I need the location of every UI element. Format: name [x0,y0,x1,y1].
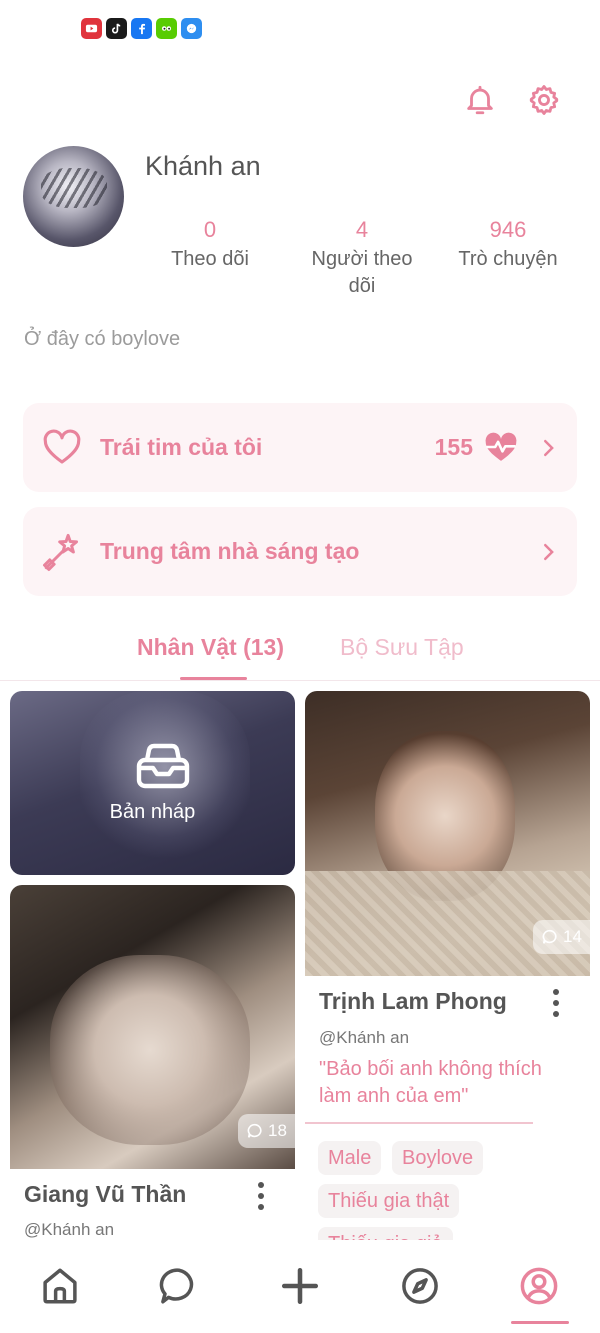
notifications-button[interactable] [462,82,498,118]
chat-bubble-icon [247,1123,262,1138]
avatar[interactable] [23,146,124,247]
stat-followers-value: 4 [355,217,369,242]
profile-bio: Ở đây có boylove [24,328,181,350]
bottom-navigation [0,1240,600,1333]
kebab-dot [258,1193,264,1199]
heart-outline-icon [43,429,81,464]
kebab-dot [553,989,559,995]
explore-icon [402,1268,438,1304]
tiktok-icon [106,18,127,39]
draft-card[interactable]: Bản nháp [10,691,295,875]
stat-following-value: 0 [203,217,217,242]
kebab-dot [258,1204,264,1210]
stat-chats-label: Trò chuyện [458,248,558,270]
stat-following[interactable]: 0 Theo dõi [160,216,260,273]
nav-chat[interactable] [157,1264,201,1308]
settings-button[interactable] [526,82,562,118]
duolingo-icon [156,18,177,39]
my-hearts-label: Trái tim của tôi [100,434,263,460]
kebab-dot [553,1011,559,1017]
creator-center-card[interactable]: Trung tâm nhà sáng tạo [23,507,577,596]
character-name: Giang Vũ Thần [24,1181,187,1207]
nav-explore[interactable] [398,1264,442,1308]
tag-male[interactable]: Male [318,1141,382,1175]
chevron-right-icon [544,439,554,457]
character-name: Trịnh Lam Phong [319,988,507,1014]
active-nav-indicator [511,1321,569,1324]
nav-create[interactable] [278,1264,322,1308]
draft-label: Bản nháp [109,801,196,823]
chevron-right-icon [544,543,554,561]
more-options-button[interactable] [551,989,561,1025]
stat-followers[interactable]: 4 Người theo dõi [302,216,422,300]
chat-icon [159,1268,194,1304]
stat-followers-label: Người theo dõi [311,248,413,297]
tag-boylove[interactable]: Boylove [392,1141,484,1175]
messenger-icon [181,18,202,39]
nav-home[interactable] [38,1264,82,1308]
gear-icon [529,85,559,115]
tab-characters[interactable]: Nhân Vật (13) [137,634,284,661]
inbox-tray-icon [136,743,190,789]
profile-stats: 0 Theo dõi 4 Người theo dõi 946 Trò chuy… [150,216,580,306]
youtube-icon [81,18,102,39]
header-actions [462,82,562,118]
tabs-divider [0,680,600,681]
chat-count: 18 [268,1121,287,1140]
chat-count: 14 [563,927,582,946]
kebab-dot [258,1182,264,1188]
tag-real-young-master[interactable]: Thiếu gia thật [318,1184,460,1218]
bell-icon [467,85,493,115]
notification-app-icons [81,18,202,39]
username: Khánh an [145,151,261,181]
home-icon [43,1268,77,1304]
profile-icon [520,1267,558,1305]
heartbeat-icon [485,432,517,461]
character-author: @Khánh an [24,1220,115,1239]
my-hearts-card[interactable]: Trái tim của tôi 155 [23,403,577,492]
chat-count-badge: 14 [533,920,592,954]
chat-bubble-icon [542,929,557,944]
facebook-icon [131,18,152,39]
profile-tabs: Nhân Vật (13) Bộ Sưu Tập [0,634,600,684]
character-author: @Khánh an [319,1028,410,1047]
creator-center-label: Trung tâm nhà sáng tạo [100,538,360,564]
character-card-trinh-lam-phong[interactable]: Trịnh Lam Phong @Khánh an "Bảo bối anh k… [305,976,590,1261]
stat-chats[interactable]: 946 Trò chuyện [448,216,568,273]
add-icon [281,1267,319,1305]
stat-following-label: Theo dõi [171,248,249,270]
kebab-dot [553,1000,559,1006]
character-card-giang-vu-than[interactable]: Giang Vũ Thần @Khánh an [10,1169,295,1240]
tab-collection[interactable]: Bộ Sưu Tập [340,634,464,661]
character-greeting: "Bảo bối anh không thích làm anh của em" [319,1058,542,1107]
more-options-button[interactable] [256,1182,266,1218]
magic-wand-icon [43,533,79,571]
my-hearts-count: 155 [434,434,473,460]
status-bar [0,0,600,60]
nav-profile[interactable] [517,1264,561,1308]
stat-chats-value: 946 [489,217,527,242]
chat-count-badge: 18 [238,1114,297,1148]
quote-divider [305,1122,533,1124]
